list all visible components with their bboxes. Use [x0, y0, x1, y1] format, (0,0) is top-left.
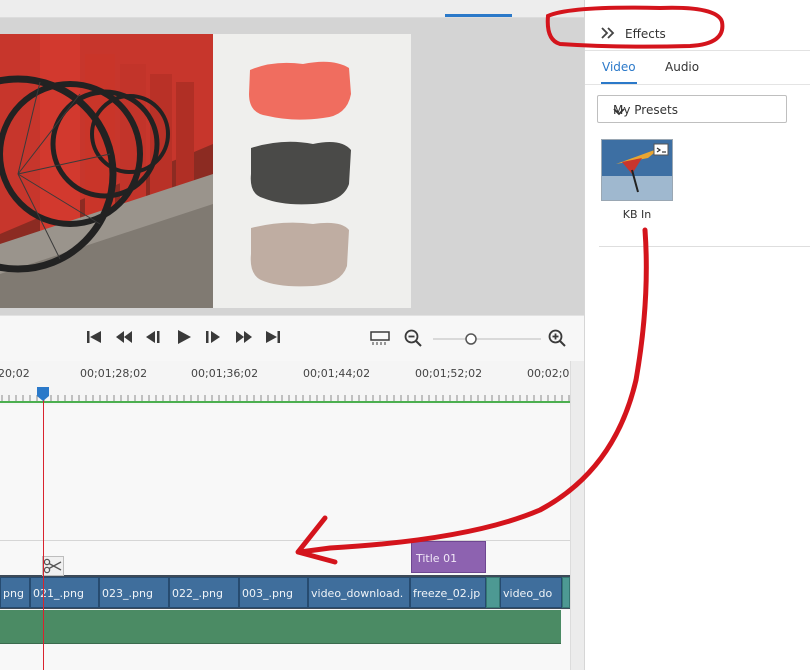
audio-track[interactable] — [0, 610, 561, 644]
rewind-icon[interactable] — [115, 329, 133, 349]
clip-label: png — [3, 587, 24, 600]
tabs-divider — [585, 84, 810, 85]
video-clip[interactable] — [562, 577, 570, 608]
clip-label: video_do — [503, 587, 553, 600]
preset-dropdown[interactable]: My Presets — [597, 95, 787, 123]
clip-label: 021_.png — [33, 587, 84, 600]
zoom-out-icon[interactable] — [404, 329, 422, 349]
video-clip[interactable]: 003_.png — [239, 577, 308, 608]
panel-divider — [599, 246, 810, 247]
video-clip[interactable]: 023_.png — [99, 577, 169, 608]
clip-label: 023_.png — [102, 587, 153, 600]
active-mode-indicator — [445, 14, 512, 17]
ruler-label: 20;02 — [0, 367, 30, 380]
clip-label: 022_.png — [172, 587, 223, 600]
video-clip[interactable]: video_download. — [308, 577, 410, 608]
fast-forward-icon[interactable] — [235, 329, 253, 349]
ruler-label: 00;01;36;02 — [191, 367, 259, 380]
tab-audio[interactable]: Audio — [665, 60, 699, 74]
preview-swatch-image — [213, 34, 411, 308]
go-to-start-icon[interactable] — [86, 329, 102, 349]
effects-panel: Effects Video Audio My Presets KB In — [584, 0, 810, 670]
effect-kb-in-thumbnail[interactable] — [601, 139, 673, 201]
transport-bar — [0, 315, 584, 362]
clip-label: freeze_02.jp — [413, 587, 481, 600]
preview-bicycle-image — [0, 34, 213, 308]
playhead-handle[interactable] — [36, 386, 50, 402]
effects-panel-header: Effects — [585, 18, 810, 51]
monitor-panel — [0, 18, 584, 315]
video-clip[interactable]: freeze_02.jp — [410, 577, 486, 608]
play-icon[interactable] — [176, 329, 192, 349]
clip-label: 003_.png — [242, 587, 293, 600]
ruler-baseline — [0, 401, 570, 403]
effects-panel-title: Effects — [625, 27, 666, 41]
ruler-label: 00;01;44;02 — [303, 367, 371, 380]
step-forward-icon[interactable] — [205, 329, 221, 349]
video-clip[interactable] — [486, 577, 500, 608]
timeline-scrollbar[interactable] — [570, 361, 585, 670]
double-chevron-right-icon[interactable] — [601, 27, 615, 42]
zoom-in-icon[interactable] — [548, 329, 566, 349]
clip-label: video_download. — [311, 587, 404, 600]
video-clip[interactable]: video_do — [500, 577, 562, 608]
effect-kb-in-label: KB In — [622, 208, 652, 221]
step-back-icon[interactable] — [145, 329, 161, 349]
tab-video[interactable]: Video — [602, 60, 636, 74]
video-clip[interactable]: 021_.png — [30, 577, 99, 608]
scissors-icon[interactable] — [42, 556, 64, 576]
fit-timeline-icon[interactable] — [370, 330, 390, 350]
chevron-down-icon — [613, 105, 778, 119]
title-clip-label: Title 01 — [416, 552, 458, 565]
ruler-label: 00;01;28;02 — [80, 367, 148, 380]
playhead-line — [43, 394, 44, 670]
ruler-label: 00;01;52;02 — [415, 367, 483, 380]
title-clip[interactable]: Title 01 — [411, 541, 486, 573]
video-clip[interactable]: 022_.png — [169, 577, 239, 608]
timeline-ruler[interactable]: 20;02 00;01;28;02 00;01;36;02 00;01;44;0… — [0, 361, 580, 405]
zoom-slider[interactable] — [433, 332, 541, 352]
video-clip[interactable]: png — [0, 577, 30, 608]
top-toolbar — [0, 0, 584, 18]
go-to-end-icon[interactable] — [265, 329, 281, 349]
